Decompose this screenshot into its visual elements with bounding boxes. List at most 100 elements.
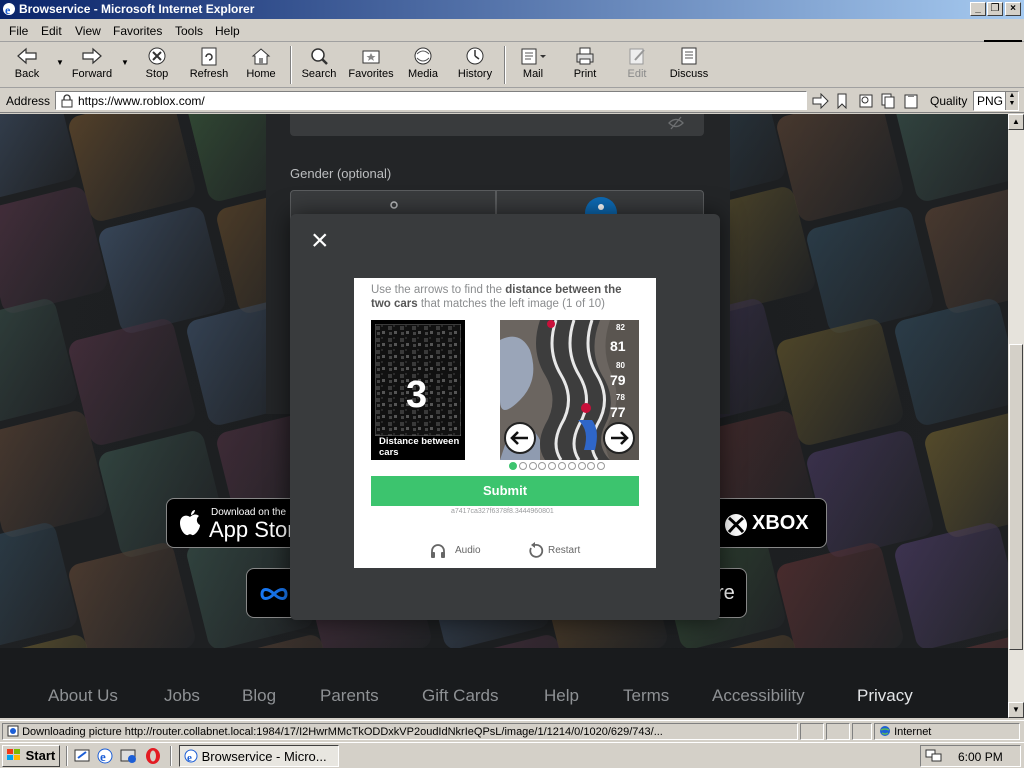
refresh-button[interactable]: Refresh	[182, 46, 236, 86]
home-button[interactable]: Home	[234, 46, 288, 86]
submit-button[interactable]: Submit	[371, 476, 639, 506]
form-input-above[interactable]	[290, 114, 704, 136]
history-label: History	[457, 68, 493, 80]
toolbar: Back ▼ Forward ▼ Stop Refresh Home Searc…	[0, 42, 1024, 88]
web-content: Gender (optional) Download on the App St…	[0, 114, 1008, 718]
home-label: Home	[246, 68, 276, 80]
road-number-77: 77	[610, 404, 626, 420]
search-icon	[311, 48, 328, 65]
clipboard-icon[interactable]	[903, 93, 919, 109]
menu-file[interactable]: File	[9, 24, 28, 38]
xbox-badge[interactable]: XBOX	[704, 498, 827, 548]
restart-button[interactable]: Restart	[526, 542, 596, 560]
taskbar: Start e e Browservice - Micro... 6:00 PM	[0, 742, 1024, 768]
find-in-page-icon[interactable]	[859, 93, 873, 109]
menu-view[interactable]: View	[75, 24, 101, 38]
audio-button[interactable]: Audio	[429, 542, 489, 560]
status-text-pane: Downloading picture http://router.collab…	[2, 723, 798, 740]
discuss-button[interactable]: Discuss	[662, 46, 716, 86]
footer-link-accessibility[interactable]: Accessibility	[712, 686, 805, 706]
discuss-label: Discuss	[669, 68, 709, 80]
back-button[interactable]: Back	[0, 46, 54, 86]
stop-button[interactable]: Stop	[130, 46, 184, 86]
media-button[interactable]: Media	[396, 46, 450, 86]
arrow-left-icon	[510, 431, 528, 445]
page-dot	[518, 462, 527, 470]
close-window-button[interactable]: ×	[1005, 2, 1021, 16]
footer-link-terms[interactable]: Terms	[623, 686, 669, 706]
page-dot	[528, 462, 537, 470]
menu-edit[interactable]: Edit	[41, 24, 62, 38]
mail-button[interactable]: Mail	[506, 46, 560, 86]
scroll-down-icon[interactable]: ▼	[1008, 702, 1024, 718]
show-desktop-icon[interactable]	[74, 748, 92, 764]
system-tray: 6:00 PM	[920, 745, 1021, 767]
print-button[interactable]: Print	[558, 46, 612, 86]
restore-button[interactable]: ❐	[987, 2, 1003, 16]
quality-spin-icon[interactable]: ▲ ▼	[1005, 92, 1018, 110]
footer-link-blog[interactable]: Blog	[242, 686, 276, 706]
history-button[interactable]: History	[448, 46, 502, 86]
scroll-up-icon[interactable]: ▲	[1008, 114, 1024, 130]
bookmark-icon[interactable]	[835, 93, 849, 109]
address-input[interactable]: https://www.roblox.com/	[55, 91, 807, 110]
page-dot	[597, 462, 606, 470]
footer-link-jobs[interactable]: Jobs	[164, 686, 200, 706]
globe-icon	[880, 726, 890, 736]
ie-quicklaunch-icon[interactable]: e	[96, 747, 114, 765]
media-label: Media	[408, 68, 438, 80]
xbox-text: XBOX	[752, 512, 809, 534]
back-dropdown-icon[interactable]: ▼	[56, 58, 64, 67]
ie-icon: e	[3, 3, 15, 16]
title-bar: e Browservice - Microsoft Internet Explo…	[0, 0, 1024, 19]
windows-flag-icon	[7, 749, 20, 760]
explorer-quicklaunch-icon[interactable]	[120, 747, 138, 765]
status-zone: Internet	[894, 726, 932, 738]
discuss-icon	[681, 47, 697, 65]
left-arrow-button[interactable]	[504, 422, 536, 454]
footer	[0, 648, 1008, 718]
footer-link-help[interactable]: Help	[544, 686, 579, 706]
back-arrow-icon	[17, 47, 37, 65]
menu-tools[interactable]: Tools	[175, 24, 203, 38]
taskbar-window-label: Browservice - Micro...	[201, 749, 327, 764]
footer-link-gift-cards[interactable]: Gift Cards	[422, 686, 499, 706]
page-dot	[538, 462, 547, 470]
forward-button[interactable]: Forward	[65, 46, 119, 86]
opera-quicklaunch-icon[interactable]	[144, 747, 162, 765]
page-dot	[567, 462, 576, 470]
eye-slash-icon[interactable]	[668, 116, 684, 130]
scroll-thumb[interactable]	[1009, 344, 1023, 650]
apple-icon	[180, 510, 200, 536]
page-dot	[548, 462, 557, 470]
menu-favorites[interactable]: Favorites	[113, 24, 162, 38]
taskbar-window-button[interactable]: e Browservice - Micro...	[179, 745, 339, 767]
modal-close-button[interactable]: ×	[311, 226, 329, 256]
edit-button[interactable]: Edit	[610, 46, 664, 86]
footer-link-privacy[interactable]: Privacy	[857, 686, 913, 706]
footer-link-parents[interactable]: Parents	[320, 686, 379, 706]
address-url: https://www.roblox.com/	[78, 94, 205, 108]
menu-help[interactable]: Help	[215, 24, 240, 38]
favorites-button[interactable]: Favorites	[344, 46, 398, 86]
search-button[interactable]: Search	[292, 46, 346, 86]
start-button[interactable]: Start	[2, 745, 60, 767]
go-arrow-icon[interactable]	[811, 93, 829, 109]
audio-label: Audio	[455, 545, 481, 556]
minimize-button[interactable]: _	[970, 2, 986, 16]
forward-dropdown-icon[interactable]: ▼	[121, 58, 129, 67]
right-arrow-button[interactable]	[603, 422, 635, 454]
copy-icon[interactable]	[881, 93, 895, 109]
footer-link-about-us[interactable]: About Us	[48, 686, 118, 706]
quality-select[interactable]: PNG ▲ ▼	[973, 91, 1019, 111]
taskbar-separator	[66, 746, 68, 766]
road-number-79: 79	[610, 372, 626, 388]
network-tray-icon[interactable]	[925, 748, 943, 764]
taskbar-separator	[170, 746, 172, 766]
ie-task-icon: e	[184, 749, 198, 764]
forward-arrow-icon	[82, 47, 102, 65]
stop-label: Stop	[145, 68, 169, 80]
status-pane-extra	[852, 723, 872, 740]
search-label: Search	[301, 68, 337, 80]
lock-icon	[61, 94, 73, 108]
